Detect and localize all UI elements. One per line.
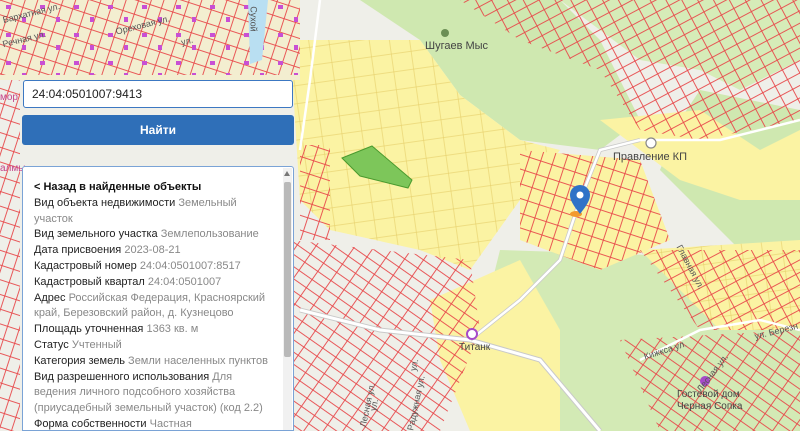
back-to-results-link[interactable]: < Назад в найденные объекты: [34, 180, 276, 196]
street-label-road-top: Сухой: [248, 6, 259, 32]
info-key: Площадь уточненная: [34, 323, 144, 336]
info-row-parcel-type: Вид земельного участка Землепользование: [34, 227, 276, 243]
info-value: 24:04:0501007:8517: [139, 259, 241, 272]
scroll-up-arrow-icon[interactable]: [284, 171, 290, 176]
info-value: Частная: [149, 417, 192, 430]
find-button[interactable]: Найти: [22, 115, 294, 145]
object-info-content: < Назад в найденные объекты Вид объекта …: [23, 167, 282, 430]
info-key: Вид земельного участка: [34, 228, 158, 241]
info-row-permitted-use: Вид разрешенного использования Для веден…: [34, 370, 276, 417]
info-key: Вид разрешенного использования: [34, 370, 210, 383]
info-value: Земли населенных пунктов: [128, 354, 268, 367]
info-value: Землепользование: [160, 228, 259, 241]
info-key: Кадастровый квартал: [34, 275, 145, 288]
info-key: Форма собственности: [34, 417, 147, 430]
place-label-shugaev: Шугаев Мыс: [425, 40, 489, 52]
info-row-status: Статус Учтенный: [34, 338, 276, 354]
info-value: Российская Федерация, Красноярский край,…: [34, 291, 266, 320]
place-label-guest-2: Черная Сопка: [677, 401, 743, 412]
info-row-cadastral-number: Кадастровый номер 24:04:0501007:8517: [34, 259, 276, 275]
info-row-address: Адрес Российская Федерация, Красноярский…: [34, 291, 276, 323]
info-row-land-category: Категория земель Земли населенных пункто…: [34, 354, 276, 370]
info-row-assign-date: Дата присвоения 2023-08-21: [34, 243, 276, 259]
info-value: 1363 кв. м: [146, 323, 199, 336]
place-label-pravlenie: Правление КП: [613, 151, 687, 163]
info-key: Дата присвоения: [34, 244, 122, 257]
place-label-left-mor: мор: [0, 92, 18, 103]
scrollbar-thumb[interactable]: [284, 182, 291, 357]
info-row-object-type: Вид объекта недвижимости Земельный участ…: [34, 196, 276, 228]
info-row-area: Площадь уточненная 1363 кв. м: [34, 322, 276, 338]
info-value: 24:04:0501007: [147, 275, 222, 288]
place-label-titan: Титанк: [459, 342, 491, 353]
panel-scrollbar[interactable]: [283, 168, 292, 430]
object-info-panel: < Назад в найденные объекты Вид объекта …: [22, 166, 294, 431]
info-row-ownership: Форма собственности Частная: [34, 417, 276, 430]
cadastral-search-input[interactable]: [23, 80, 293, 108]
info-value: Учтенный: [71, 338, 122, 351]
info-key: Кадастровый номер: [34, 259, 137, 272]
info-key: Категория земель: [34, 354, 125, 367]
info-row-cadastral-quarter: Кадастровый квартал 24:04:0501007: [34, 275, 276, 291]
info-value: 2023-08-21: [124, 244, 181, 257]
info-key: Адрес: [34, 291, 66, 304]
info-key: Вид объекта недвижимости: [34, 196, 176, 209]
info-key: Статус: [34, 338, 69, 351]
place-label-guest-1: Гостевой дом: [677, 389, 740, 400]
